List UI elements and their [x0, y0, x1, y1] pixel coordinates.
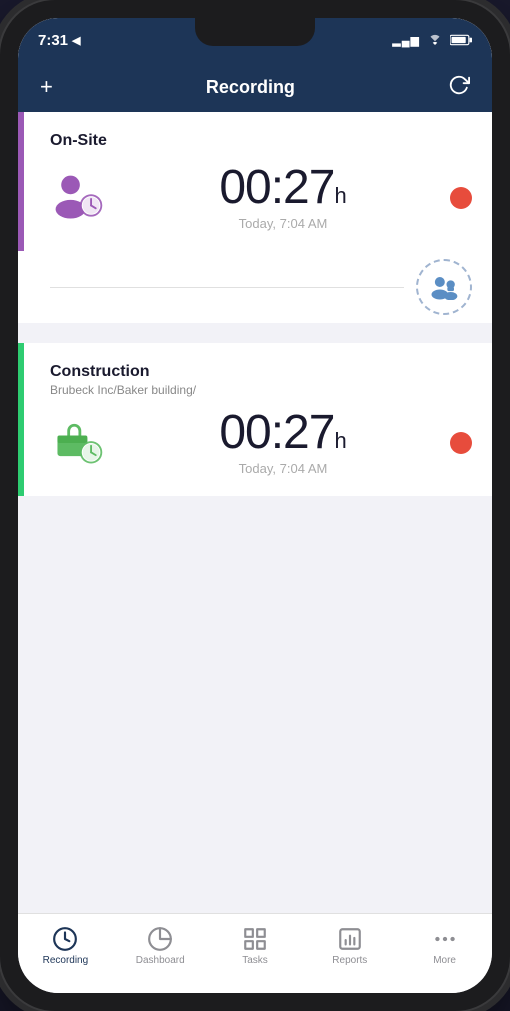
construction-time-unit: h: [334, 428, 346, 454]
location-icon: ◀: [72, 34, 80, 47]
on-site-time-row: 00:27 h Today, 7:04 AM: [50, 164, 472, 231]
nav-item-more[interactable]: More: [397, 922, 492, 970]
on-site-time-label: Today, 7:04 AM: [116, 216, 450, 231]
header-title: Recording: [206, 77, 295, 98]
main-content: On-Site 00:27: [18, 112, 492, 913]
on-site-record-dot[interactable]: [450, 187, 472, 209]
on-site-time-value: 00:27: [219, 164, 334, 212]
nav-item-reports[interactable]: Reports: [302, 922, 397, 970]
nav-item-recording[interactable]: Recording: [18, 922, 113, 970]
refresh-button[interactable]: [444, 70, 474, 104]
divider-row: [18, 251, 492, 323]
screen: 7:31 ◀ ▂▄▆ + Recording: [18, 18, 492, 993]
briefcase-clock-icon: [50, 415, 106, 471]
construction-time-display: 00:27 h Today, 7:04 AM: [106, 409, 450, 476]
status-bar: 7:31 ◀ ▂▄▆: [18, 18, 492, 62]
add-button[interactable]: +: [36, 72, 57, 102]
person-clock-icon: [50, 170, 106, 226]
nav-label-more: More: [433, 955, 456, 966]
dashboard-icon: [147, 926, 173, 952]
divider-line: [50, 287, 404, 288]
bottom-nav: Recording Dashboard Tasks: [18, 913, 492, 993]
wifi-icon: [426, 34, 444, 47]
nav-label-tasks: Tasks: [242, 955, 268, 966]
nav-label-reports: Reports: [332, 955, 367, 966]
construction-time-row: 00:27 h Today, 7:04 AM: [50, 409, 472, 476]
phone-shell: 7:31 ◀ ▂▄▆ + Recording: [0, 0, 510, 1011]
nav-item-tasks[interactable]: Tasks: [208, 922, 303, 970]
construction-title: Construction: [50, 363, 472, 381]
tasks-icon: [242, 926, 268, 952]
bottom-spacer: [18, 496, 492, 526]
nav-label-dashboard: Dashboard: [136, 955, 185, 966]
time-display: 7:31: [38, 32, 68, 49]
worker-button[interactable]: [416, 259, 472, 315]
on-site-section: On-Site 00:27: [18, 112, 492, 251]
notch: [195, 18, 315, 46]
construction-time-label: Today, 7:04 AM: [116, 461, 450, 476]
on-site-time-display: 00:27 h Today, 7:04 AM: [106, 164, 450, 231]
reports-icon: [337, 926, 363, 952]
nav-item-dashboard[interactable]: Dashboard: [113, 922, 208, 970]
app-header: + Recording: [18, 62, 492, 112]
status-icons: ▂▄▆: [392, 34, 472, 47]
gap-section: [18, 323, 492, 343]
construction-subtitle: Brubeck Inc/Baker building/: [50, 383, 472, 397]
nav-label-recording: Recording: [43, 955, 89, 966]
on-site-time-unit: h: [334, 183, 346, 209]
construction-record-dot[interactable]: [450, 432, 472, 454]
status-time: 7:31 ◀: [38, 32, 81, 49]
signal-icon: ▂▄▆: [392, 34, 420, 47]
more-icon: [432, 926, 458, 952]
construction-time-value: 00:27: [219, 409, 334, 457]
construction-section: Construction Brubeck Inc/Baker building/: [18, 343, 492, 496]
clock-icon: [52, 926, 78, 952]
on-site-title: On-Site: [50, 132, 472, 150]
battery-icon: [450, 34, 472, 46]
